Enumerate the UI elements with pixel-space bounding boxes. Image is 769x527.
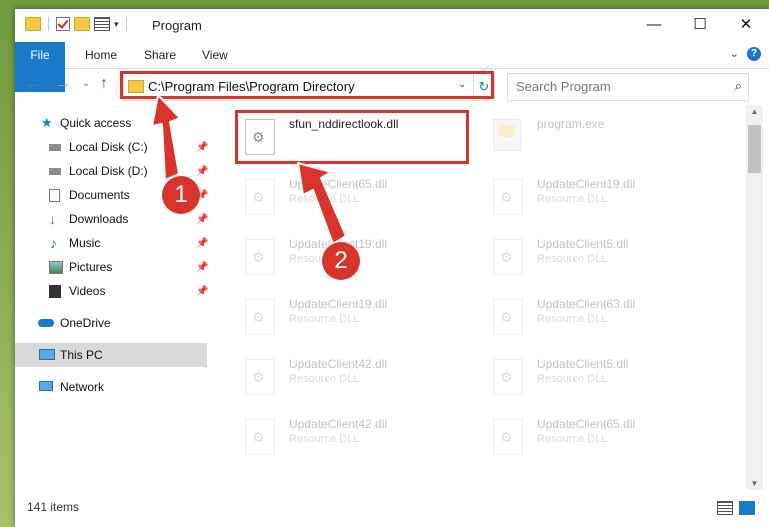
arrow-shaft-2 [297, 162, 347, 245]
step-marker-2: 2 [322, 242, 360, 280]
step-marker-1: 1 [162, 176, 200, 214]
annotation-arrows [151, 94, 347, 245]
arrow-shaft-1 [151, 94, 181, 181]
